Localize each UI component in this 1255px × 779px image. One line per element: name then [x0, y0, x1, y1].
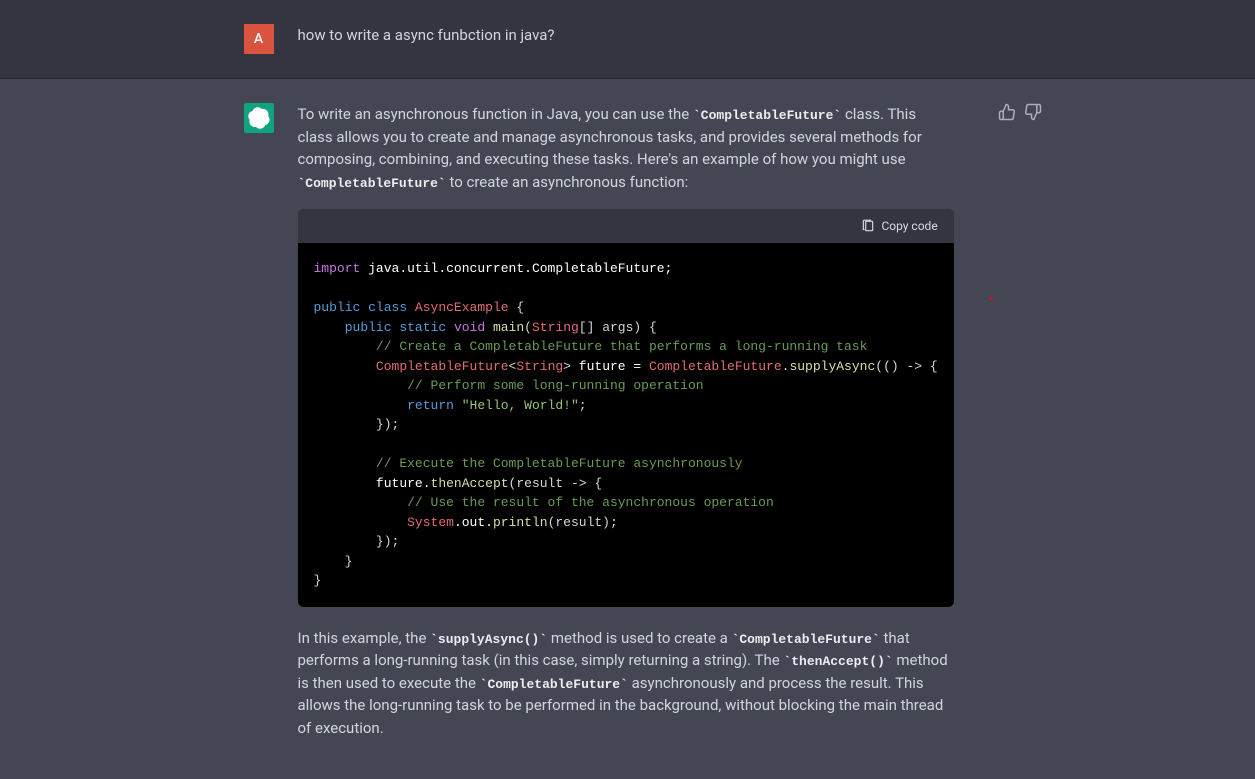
- user-message-content: A how to write a async funbction in java…: [244, 0, 1012, 78]
- copy-code-button[interactable]: Copy code: [861, 217, 937, 235]
- user-message-row: A how to write a async funbction in java…: [0, 0, 1255, 79]
- assistant-message-content: To write an asynchronous function in Jav…: [244, 79, 1012, 779]
- thumbs-up-button[interactable]: [998, 103, 1016, 121]
- feedback-buttons: [998, 103, 1042, 121]
- thumbs-down-button[interactable]: [1024, 103, 1042, 121]
- assistant-message-row: To write an asynchronous function in Jav…: [0, 79, 1255, 779]
- code-body: import java.util.concurrent.CompletableF…: [298, 243, 954, 607]
- code-header: Copy code: [298, 209, 954, 243]
- assistant-avatar: [244, 103, 274, 133]
- user-avatar: A: [244, 24, 274, 54]
- inline-code: `CompletableFuture`: [732, 632, 880, 647]
- user-avatar-letter: A: [254, 29, 263, 50]
- inline-code: `CompletableFuture`: [298, 176, 446, 191]
- assistant-paragraph-2: In this example, the `supplyAsync()` met…: [298, 627, 954, 740]
- inline-code: `supplyAsync()`: [430, 632, 547, 647]
- inline-code: `thenAccept()`: [783, 654, 892, 669]
- inline-code: `CompletableFuture`: [693, 108, 841, 123]
- assistant-response-text: To write an asynchronous function in Jav…: [298, 103, 1014, 755]
- user-question-text: how to write a async funbction in java?: [298, 24, 1012, 54]
- inline-code: `CompletableFuture`: [480, 677, 628, 692]
- openai-logo-icon: [248, 107, 270, 129]
- code-block: Copy code import java.util.concurrent.Co…: [298, 209, 954, 607]
- copy-code-label: Copy code: [881, 217, 937, 235]
- clipboard-icon: [861, 219, 875, 233]
- assistant-paragraph-1: To write an asynchronous function in Jav…: [298, 103, 954, 193]
- cursor-dot: [990, 297, 993, 300]
